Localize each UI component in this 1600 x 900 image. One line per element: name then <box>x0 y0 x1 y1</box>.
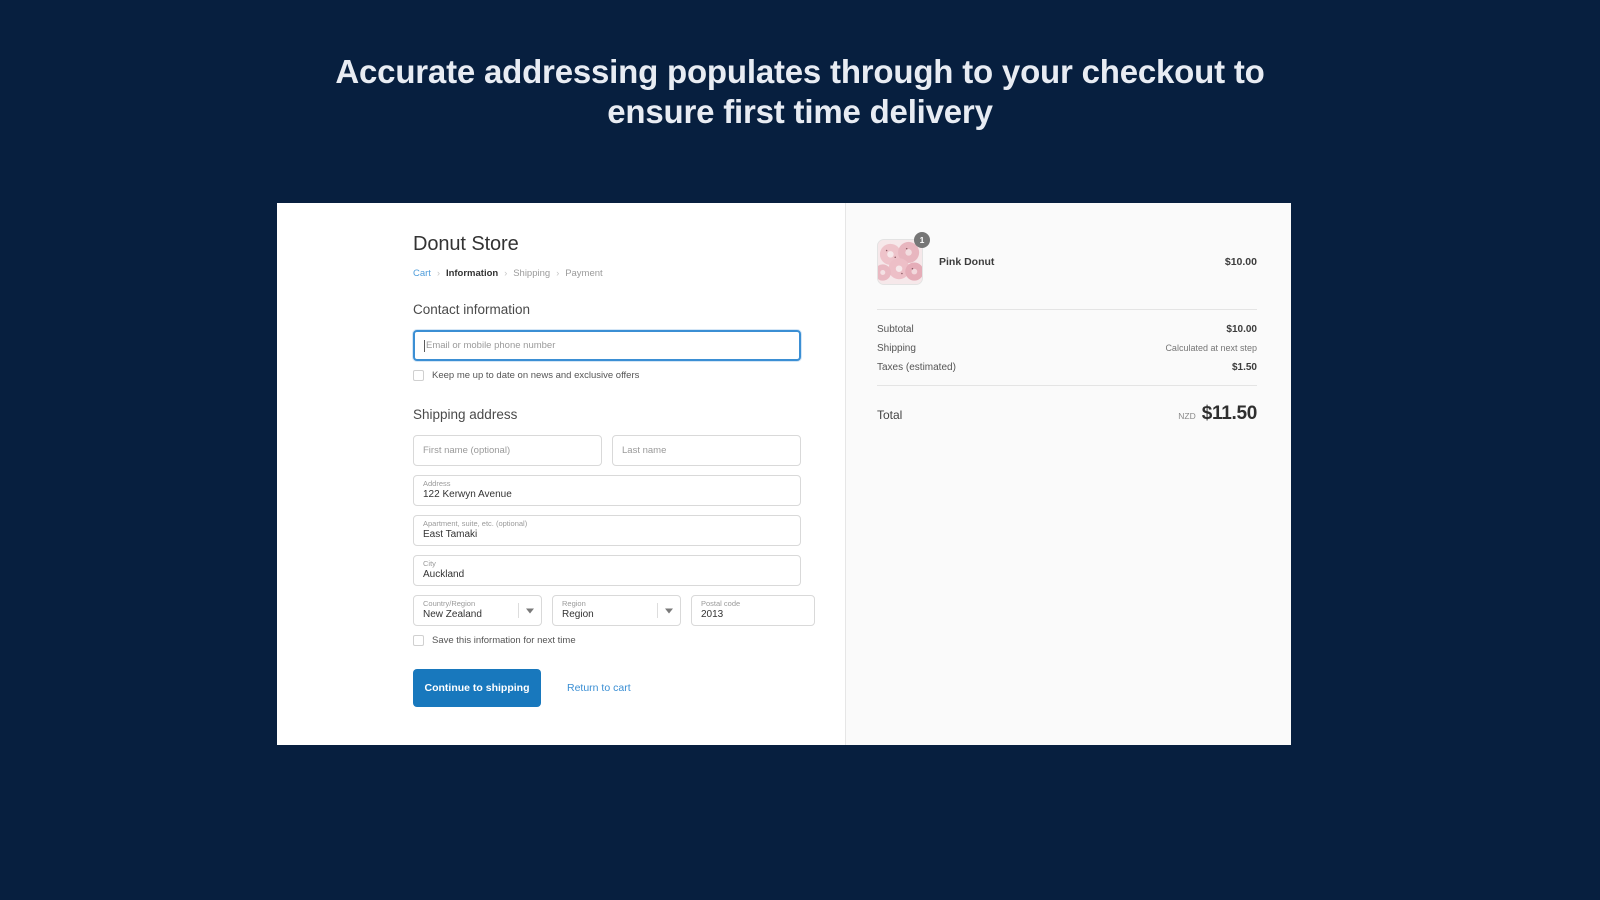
address-value: 122 Kerwyn Avenue <box>423 489 512 501</box>
newsletter-label: Keep me up to date on news and exclusive… <box>432 370 640 381</box>
country-value: New Zealand <box>423 609 482 621</box>
text-caret <box>424 339 425 352</box>
address-field[interactable]: Address 122 Kerwyn Avenue <box>413 475 801 506</box>
newsletter-checkbox-row[interactable]: Keep me up to date on news and exclusive… <box>413 370 845 381</box>
chevron-down-icon[interactable] <box>526 608 534 613</box>
summary-row-subtotal: Subtotal $10.00 <box>877 324 1257 335</box>
email-field[interactable]: Email or mobile phone number <box>413 330 801 361</box>
summary-row-shipping: Shipping Calculated at next step <box>877 343 1257 354</box>
postal-code-value: 2013 <box>701 609 724 621</box>
select-divider <box>657 603 658 618</box>
save-info-label: Save this information for next time <box>432 635 576 646</box>
chevron-down-icon[interactable] <box>665 608 673 613</box>
subtotal-value: $10.00 <box>1226 324 1257 335</box>
newsletter-checkbox[interactable] <box>413 370 424 381</box>
country-label: Country/Region <box>423 599 476 609</box>
page-headline: Accurate addressing populates through to… <box>335 53 1265 131</box>
summary-row-total: Total NZD $11.50 <box>877 386 1257 425</box>
order-line-item: 1 Pink Donut $10.00 <box>877 232 1257 309</box>
first-name-placeholder: First name (optional) <box>423 445 511 456</box>
continue-to-shipping-button[interactable]: Continue to shipping <box>413 669 541 707</box>
contact-section-title: Contact information <box>413 302 531 317</box>
save-info-checkbox-row[interactable]: Save this information for next time <box>413 635 845 646</box>
country-select[interactable]: Country/Region New Zealand <box>413 595 542 626</box>
shipping-section-title: Shipping address <box>413 407 518 422</box>
city-value: Auckland <box>423 569 465 581</box>
select-divider <box>518 603 519 618</box>
total-amount-group: NZD $11.50 <box>1178 403 1257 425</box>
region-select[interactable]: Region Region <box>552 595 681 626</box>
address-label: Address <box>423 479 451 489</box>
city-field[interactable]: City Auckland <box>413 555 801 586</box>
first-name-field[interactable]: First name (optional) <box>413 435 602 466</box>
breadcrumb-item-cart[interactable]: Cart <box>413 268 431 279</box>
product-price: $10.00 <box>1224 256 1257 268</box>
product-thumbnail-wrapper: 1 <box>877 232 930 285</box>
quantity-badge: 1 <box>914 232 930 248</box>
shipping-label: Shipping <box>877 343 916 354</box>
chevron-right-icon: › <box>556 268 560 278</box>
summary-totals: Subtotal $10.00 Shipping Calculated at n… <box>877 310 1257 385</box>
region-row: Country/Region New Zealand Region Region… <box>413 595 845 626</box>
apartment-field[interactable]: Apartment, suite, etc. (optional) East T… <box>413 515 801 546</box>
order-summary-panel: 1 Pink Donut $10.00 Subtotal $10.00 Ship… <box>845 203 1291 745</box>
chevron-right-icon: › <box>436 268 440 278</box>
shipping-value: Calculated at next step <box>1165 343 1257 353</box>
apartment-value: East Tamaki <box>423 529 478 541</box>
summary-row-taxes: Taxes (estimated) $1.50 <box>877 362 1257 373</box>
last-name-placeholder: Last name <box>622 445 667 456</box>
taxes-value: $1.50 <box>1231 362 1257 373</box>
store-name: Donut Store <box>413 233 519 255</box>
chevron-right-icon: › <box>504 268 508 278</box>
breadcrumb: Cart › Information › Shipping › Payment <box>413 268 845 279</box>
postal-code-field[interactable]: Postal code 2013 <box>691 595 815 626</box>
name-row: First name (optional) Last name <box>413 435 845 466</box>
apartment-label: Apartment, suite, etc. (optional) <box>423 519 528 529</box>
region-value: Region <box>562 609 594 621</box>
total-value: $11.50 <box>1201 403 1258 424</box>
checkout-form-panel: Donut Store Cart › Information › Shippin… <box>277 203 845 745</box>
subtotal-label: Subtotal <box>877 324 914 335</box>
total-label: Total <box>877 408 903 422</box>
breadcrumb-item-information[interactable]: Information <box>446 268 498 279</box>
return-to-cart-link[interactable]: Return to cart <box>567 682 631 694</box>
region-label: Region <box>562 599 586 609</box>
save-info-checkbox[interactable] <box>413 635 424 646</box>
postal-code-label: Postal code <box>701 599 741 609</box>
email-field-placeholder: Email or mobile phone number <box>426 340 556 351</box>
form-actions: Continue to shipping Return to cart <box>413 669 845 707</box>
last-name-field[interactable]: Last name <box>612 435 801 466</box>
taxes-label: Taxes (estimated) <box>877 362 956 373</box>
checkout-card: Donut Store Cart › Information › Shippin… <box>277 203 1291 745</box>
city-label: City <box>423 559 436 569</box>
breadcrumb-item-payment: Payment <box>565 268 603 279</box>
product-name: Pink Donut <box>939 256 995 268</box>
breadcrumb-item-shipping: Shipping <box>513 268 551 279</box>
total-currency: NZD <box>1178 411 1196 421</box>
